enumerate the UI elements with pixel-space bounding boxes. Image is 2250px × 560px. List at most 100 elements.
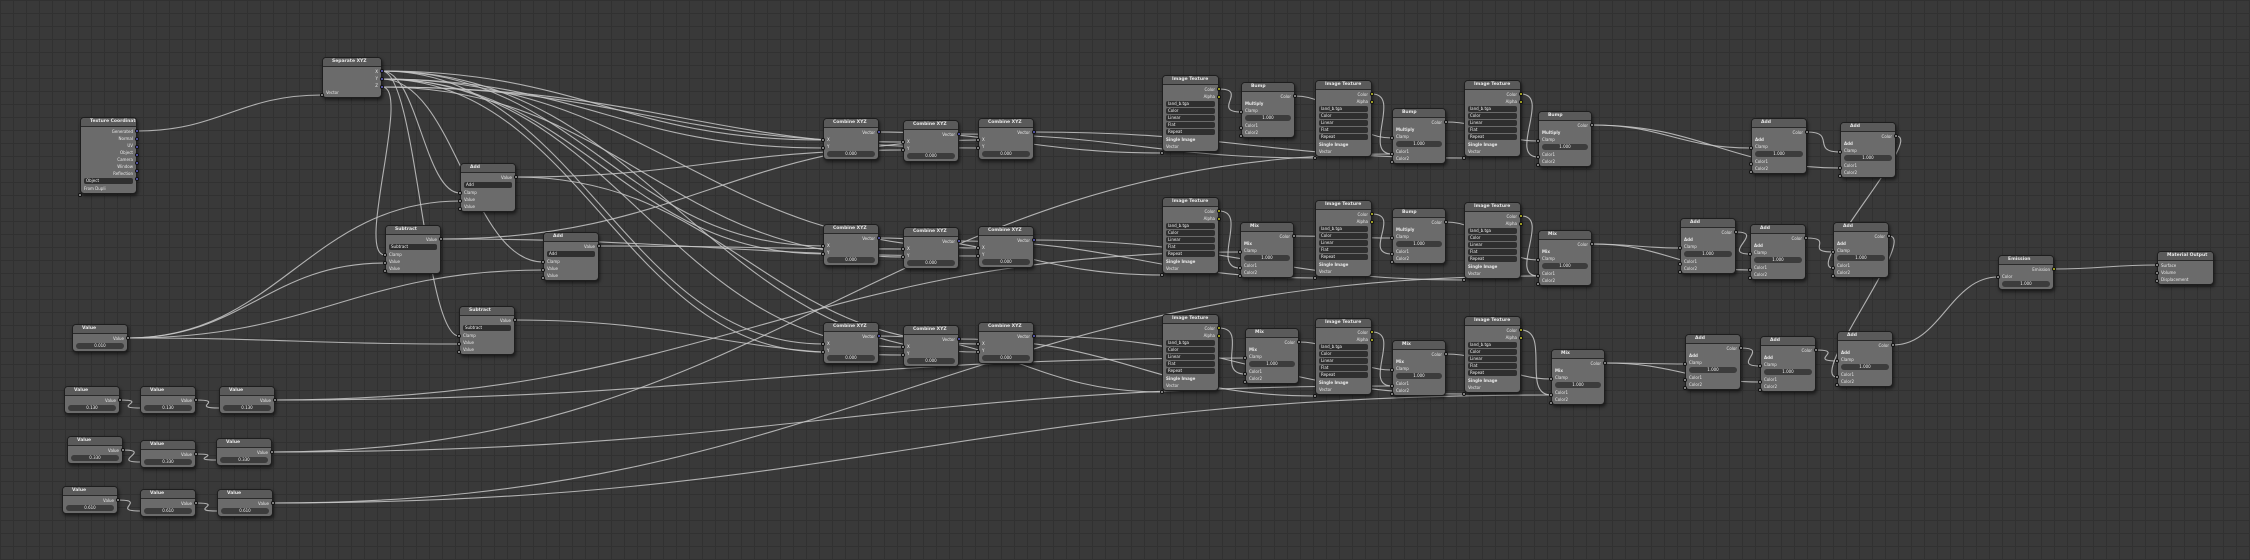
output-socket[interactable]: [1370, 220, 1374, 224]
output-socket[interactable]: [1032, 238, 1036, 242]
value-field[interactable]: 0.330: [144, 459, 192, 465]
node-link[interactable]: [1591, 124, 1752, 149]
output-socket[interactable]: [957, 239, 961, 243]
node-link[interactable]: [271, 153, 1393, 453]
value-field[interactable]: 0.130: [223, 405, 271, 411]
input-socket[interactable]: [1683, 386, 1687, 390]
fac-field[interactable]: 1.000: [1684, 251, 1732, 257]
node-link[interactable]: [440, 139, 979, 240]
input-socket[interactable]: [1160, 273, 1164, 277]
color-space-dropdown[interactable]: Color: [1166, 347, 1215, 353]
node-c1b[interactable]: Combine XYZ Vector X Y 0.000: [903, 120, 959, 162]
output-socket[interactable]: [1297, 340, 1301, 344]
fac-field[interactable]: 1.000: [1837, 255, 1885, 261]
node-title[interactable]: Subtract: [460, 307, 514, 316]
input-socket[interactable]: [541, 260, 545, 264]
input-socket[interactable]: [1390, 392, 1394, 396]
node-img3[interactable]: Image Texture Color Alpha land_b.tga Color Li…: [1162, 314, 1219, 391]
node-img1[interactable]: Image Texture Color Alpha land_b.tga Color Li…: [1162, 75, 1219, 152]
node-title[interactable]: Add: [1681, 219, 1735, 228]
extension-dropdown[interactable]: Repeat: [1166, 368, 1215, 374]
interpolation-dropdown[interactable]: Linear: [1166, 237, 1215, 243]
input-socket[interactable]: [1678, 246, 1682, 250]
color-space-dropdown[interactable]: Color: [1166, 108, 1215, 114]
input-socket[interactable]: [1160, 390, 1164, 394]
output-socket[interactable]: [1590, 242, 1594, 246]
node-v1a[interactable]: Value Value 0.130: [64, 386, 120, 414]
node-c3a[interactable]: Combine XYZ Vector X Y 0.000: [823, 322, 879, 364]
value-field[interactable]: 0.610: [221, 508, 269, 514]
node-editor-canvas[interactable]: Texture Coordinate Generated Normal UV Objec…: [0, 0, 2250, 560]
input-socket[interactable]: [1748, 268, 1752, 272]
input-socket[interactable]: [1238, 274, 1242, 278]
input-socket[interactable]: [1239, 126, 1243, 130]
input-socket[interactable]: [1313, 276, 1317, 280]
node-link[interactable]: [381, 86, 979, 149]
input-socket[interactable]: [1678, 270, 1682, 274]
input-socket[interactable]: [821, 244, 825, 248]
node-title[interactable]: Image Texture: [1465, 203, 1520, 212]
output-socket[interactable]: [380, 77, 384, 81]
input-socket[interactable]: [1243, 380, 1247, 384]
input-socket[interactable]: [1536, 163, 1540, 167]
node-link[interactable]: [119, 399, 141, 409]
extension-dropdown[interactable]: Repeat: [1166, 129, 1215, 135]
node-v2c[interactable]: Value Value 0.330: [216, 438, 272, 466]
node-mix3b[interactable]: Mix Color Mix Clamp 1.000 Color1 Color2: [1392, 340, 1446, 396]
input-socket[interactable]: [2155, 263, 2159, 267]
node-img5[interactable]: Image Texture Color Alpha land_b.tga Color Li…: [1315, 200, 1372, 277]
projection-dropdown[interactable]: Flat: [1166, 122, 1215, 128]
node-title[interactable]: Image Texture: [1465, 317, 1520, 326]
input-socket[interactable]: [901, 148, 905, 152]
fac-field[interactable]: 1.000: [1249, 361, 1295, 367]
output-socket[interactable]: [1519, 336, 1523, 340]
node-img4[interactable]: Image Texture Color Alpha land_b.tga Color Li…: [1315, 80, 1372, 157]
input-socket[interactable]: [901, 353, 905, 357]
image-selector[interactable]: land_b.tga: [1468, 106, 1517, 112]
input-socket[interactable]: [1536, 155, 1540, 159]
input-socket[interactable]: [2155, 271, 2159, 275]
output-socket[interactable]: [877, 236, 881, 240]
node-mix3a[interactable]: Mix Color Mix Clamp 1.000 Color1 Color2: [1245, 328, 1299, 384]
output-socket[interactable]: [1370, 100, 1374, 104]
input-socket[interactable]: [1831, 266, 1835, 270]
output-socket[interactable]: [1292, 234, 1296, 238]
node-title[interactable]: Value: [141, 387, 195, 396]
input-socket[interactable]: [1678, 262, 1682, 266]
node-title[interactable]: Combine XYZ: [904, 228, 958, 237]
input-socket[interactable]: [1390, 252, 1394, 256]
input-socket[interactable]: [1749, 170, 1753, 174]
value-field[interactable]: 0.130: [144, 405, 192, 411]
input-socket[interactable]: [1536, 139, 1540, 143]
output-socket[interactable]: [1032, 334, 1036, 338]
value-field[interactable]: 0.330: [71, 455, 119, 461]
input-socket[interactable]: [1749, 146, 1753, 150]
node-output[interactable]: Material Output Surface Volume Displacement: [2157, 251, 2214, 285]
output-socket[interactable]: [877, 334, 881, 338]
output-socket[interactable]: [1370, 92, 1374, 96]
output-socket[interactable]: [1804, 236, 1808, 240]
input-socket[interactable]: [1160, 151, 1164, 155]
image-selector[interactable]: land_b.tga: [1166, 340, 1215, 346]
input-socket[interactable]: [1683, 362, 1687, 366]
node-mix2a[interactable]: Mix Color Mix Clamp 1.000 Color1 Color2: [1240, 222, 1294, 278]
output-socket[interactable]: [135, 177, 139, 181]
output-socket[interactable]: [1217, 87, 1221, 91]
projection-dropdown[interactable]: Flat: [1468, 249, 1517, 255]
node-title[interactable]: Add: [1686, 335, 1740, 344]
output-socket[interactable]: [135, 153, 139, 157]
input-socket[interactable]: [1313, 156, 1317, 160]
projection-dropdown[interactable]: Flat: [1166, 244, 1215, 250]
node-link[interactable]: [1806, 131, 1841, 153]
node-link[interactable]: [1218, 88, 1242, 113]
projection-dropdown[interactable]: Flat: [1319, 365, 1368, 371]
input-socket[interactable]: [1390, 236, 1394, 240]
input-socket[interactable]: [1838, 150, 1842, 154]
node-title[interactable]: Value: [220, 387, 274, 396]
color-space-dropdown[interactable]: Color: [1319, 351, 1368, 357]
projection-dropdown[interactable]: Flat: [1468, 363, 1517, 369]
color-space-dropdown[interactable]: Color: [1468, 349, 1517, 355]
node-link[interactable]: [1604, 362, 1686, 365]
node-link[interactable]: [381, 70, 461, 194]
input-socket[interactable]: [1831, 274, 1835, 278]
